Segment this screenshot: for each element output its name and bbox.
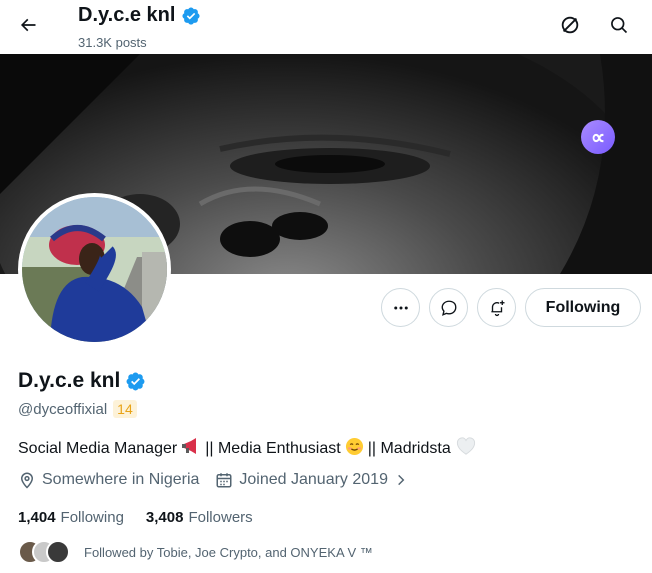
location-text: Somewhere in Nigeria: [42, 471, 200, 488]
verified-icon[interactable]: [125, 371, 146, 392]
follow-stats: 1,404 Following 3,408 Followers: [18, 509, 253, 526]
more-button[interactable]: [381, 288, 420, 327]
message-icon: [441, 300, 456, 316]
following-label: Following: [60, 509, 124, 526]
white-heart-emoji: [455, 436, 477, 461]
location-icon: [20, 472, 34, 489]
followed-by-text: Followed by Tobie, Joe Crypto, and ONYEK…: [84, 544, 373, 560]
display-name: D.y.c.e knl: [18, 369, 121, 392]
followers-count: 3,408: [145, 509, 184, 526]
follows-badge: 14: [113, 400, 137, 418]
top-bar: D.y.c.e knl 31.3K posts: [0, 0, 652, 54]
following-stat[interactable]: 1,404 Following: [18, 509, 124, 526]
header-title: D.y.c.e knl: [78, 4, 201, 27]
smiling-emoji: [345, 437, 364, 461]
bio: Social Media Manager || Media Enthusiast…: [18, 436, 477, 461]
followed-by[interactable]: Followed by Tobie, Joe Crypto, and ONYEK…: [18, 540, 373, 564]
search-button[interactable]: [601, 7, 637, 43]
profile-name-row: D.y.c.e knl: [18, 369, 146, 393]
handle-row: @dyceoffixial 14: [18, 400, 137, 418]
location: Somewhere in Nigeria: [18, 471, 199, 489]
avatar-photo: [22, 197, 167, 342]
calendar-icon: [216, 473, 232, 488]
grok-icon: [561, 16, 579, 34]
notification-bell-icon: [490, 300, 504, 316]
verified-icon: [182, 6, 200, 25]
profile-meta: Somewhere in Nigeria Joined January 2019: [18, 471, 408, 489]
follower-avatar: [46, 540, 70, 564]
bio-text-1: Social Media Manager: [18, 439, 178, 457]
grok-button[interactable]: [552, 7, 588, 43]
header-name: D.y.c.e knl: [78, 4, 176, 26]
grok-badge-icon[interactable]: ∝: [581, 120, 615, 154]
avatar[interactable]: [18, 193, 171, 346]
notification-button[interactable]: [477, 288, 516, 327]
handle: @dyceoffixial: [18, 400, 108, 418]
chevron-right-icon: [398, 474, 405, 486]
joined-text: Joined January 2019: [239, 471, 388, 488]
more-icon: [393, 306, 408, 309]
back-button[interactable]: [10, 7, 46, 43]
followers-stat[interactable]: 3,408 Followers: [146, 509, 253, 526]
following-count: 1,404: [18, 509, 56, 526]
joined-date[interactable]: Joined January 2019: [215, 471, 408, 489]
followed-by-avatars: [18, 540, 70, 564]
followers-label: Followers: [188, 509, 253, 526]
bio-text-3: || Madridsta: [367, 439, 451, 457]
following-button[interactable]: Following: [525, 288, 641, 327]
search-icon: [611, 17, 628, 34]
back-arrow-icon: [20, 18, 36, 32]
message-button[interactable]: [429, 288, 468, 327]
bio-text-2: || Media Enthusiast: [205, 439, 341, 457]
megaphone-emoji: [181, 437, 201, 460]
posts-count: 31.3K posts: [78, 35, 147, 50]
